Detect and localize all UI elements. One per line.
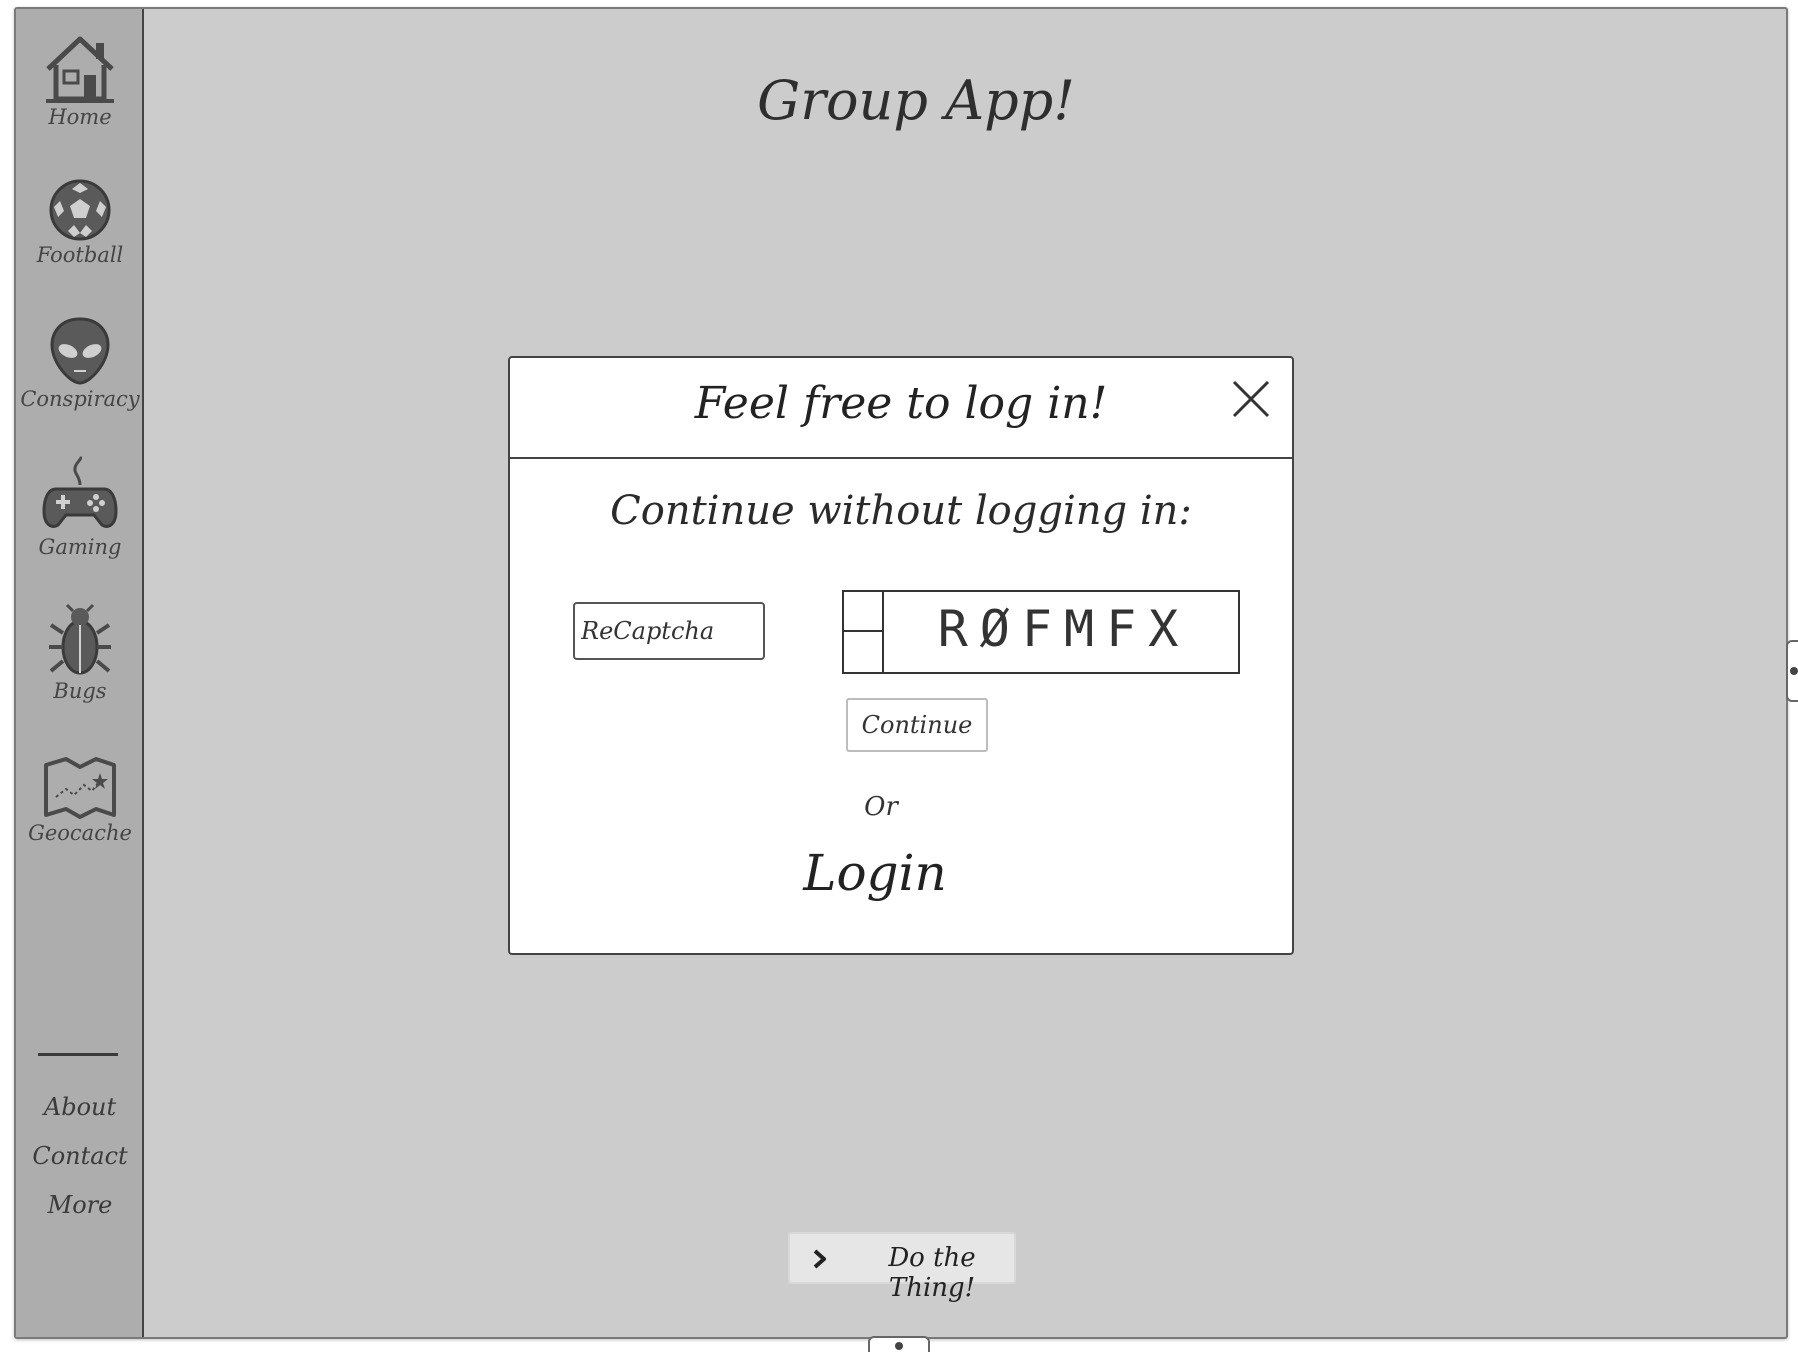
sidebar-divider: [38, 1053, 118, 1056]
home-icon: [46, 36, 114, 103]
continue-button[interactable]: Continue: [846, 698, 988, 752]
sidebar-item-label: Geocache: [28, 821, 132, 845]
modal-title: Feel free to log in!: [694, 378, 1108, 429]
captcha-refresh-control[interactable]: [842, 590, 884, 674]
gamepad-icon: [42, 455, 118, 528]
captcha-refresh-down[interactable]: [844, 632, 882, 672]
sidebar: Home Football Conspiracy Gaming Bugs Geo…: [16, 9, 144, 1337]
sidebar-item-label: Football: [36, 243, 124, 267]
sidebar-item-label: Conspiracy: [20, 387, 140, 411]
map-icon: [44, 757, 116, 819]
do-the-thing-button[interactable]: Do the Thing!: [788, 1232, 1016, 1303]
modal-header: Feel free to log in!: [510, 358, 1292, 459]
bottom-edge-handle[interactable]: [868, 1336, 930, 1352]
sidebar-item-label: Bugs: [53, 679, 107, 703]
chevron-right-icon: [813, 1249, 826, 1269]
sidebar-item-football[interactable]: Football: [16, 177, 144, 267]
handle-dot: [1790, 667, 1798, 675]
sidebar-item-bugs[interactable]: Bugs: [16, 603, 144, 703]
handle-dot: [895, 1342, 903, 1350]
login-modal: Feel free to log in! Continue without lo…: [508, 356, 1294, 955]
sidebar-item-conspiracy[interactable]: Conspiracy: [16, 315, 144, 411]
sidebar-item-label: Gaming: [38, 535, 122, 559]
app-window: Home Football Conspiracy Gaming Bugs Geo…: [14, 7, 1788, 1339]
captcha-text: RØFMFX: [937, 600, 1191, 658]
bug-icon: [49, 603, 111, 675]
login-link[interactable]: Login: [790, 844, 960, 902]
footer-link-more[interactable]: More: [16, 1191, 144, 1219]
do-the-thing-label: Do the Thing!: [888, 1243, 976, 1303]
footer-link-about[interactable]: About: [16, 1093, 144, 1121]
recaptcha-input[interactable]: [573, 602, 765, 660]
captcha-image: RØFMFX: [842, 590, 1240, 674]
sidebar-item-gaming[interactable]: Gaming: [16, 455, 144, 559]
sidebar-item-home[interactable]: Home: [16, 33, 144, 129]
close-icon[interactable]: [1228, 376, 1274, 422]
captcha-refresh-up[interactable]: [844, 592, 882, 632]
football-icon: [49, 179, 111, 241]
or-separator: Or: [864, 792, 898, 822]
right-edge-handle[interactable]: [1786, 640, 1798, 702]
footer-link-contact[interactable]: Contact: [16, 1142, 144, 1170]
sidebar-item-label: Home: [48, 105, 112, 129]
page-title: Group App!: [757, 69, 1075, 132]
alien-icon: [50, 317, 110, 385]
sidebar-item-geocache[interactable]: Geocache: [16, 755, 144, 845]
continue-heading: Continue without logging in:: [610, 488, 1192, 534]
